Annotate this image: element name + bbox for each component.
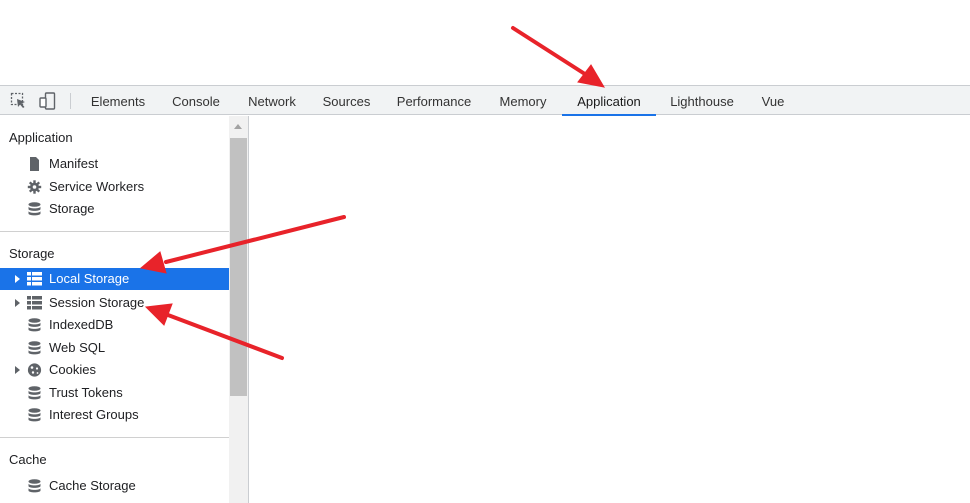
sidebar-item-session-storage[interactable]: Session Storage bbox=[0, 292, 229, 314]
device-toolbar-icon[interactable] bbox=[39, 92, 57, 110]
tab-memory[interactable]: Memory bbox=[488, 86, 558, 115]
sidebar-item-cookies[interactable]: Cookies bbox=[0, 359, 229, 381]
database-icon bbox=[28, 202, 41, 216]
tab-application[interactable]: Application bbox=[562, 86, 656, 116]
tab-network[interactable]: Network bbox=[237, 86, 307, 115]
tab-vue[interactable]: Vue bbox=[753, 86, 793, 115]
sidebar-item-label: Cookies bbox=[49, 362, 96, 377]
sidebar-item-label: Manifest bbox=[49, 156, 99, 171]
sidebar-item-label: Interest Groups bbox=[49, 407, 139, 422]
tab-lighthouse[interactable]: Lighthouse bbox=[660, 86, 744, 115]
sidebar-item-local-storage[interactable]: Local Storage bbox=[0, 268, 229, 290]
annotation-arrow-to-application-tab bbox=[511, 26, 605, 88]
tab-sources[interactable]: Sources bbox=[313, 86, 380, 115]
database-icon bbox=[28, 386, 41, 400]
tab-console[interactable]: Console bbox=[162, 86, 230, 115]
sidebar-item-label: Storage bbox=[49, 201, 95, 216]
sidebar-item-interest-groups[interactable]: Interest Groups bbox=[0, 404, 229, 426]
sidebar-item-label: Trust Tokens bbox=[49, 385, 123, 400]
toolbar-separator bbox=[70, 93, 71, 109]
sidebar-item-indexeddb[interactable]: IndexedDB bbox=[0, 314, 229, 336]
database-icon bbox=[28, 479, 41, 493]
section-title-cache: Cache bbox=[9, 452, 47, 467]
sidebar-item-trust-tokens[interactable]: Trust Tokens bbox=[0, 382, 229, 404]
tab-elements[interactable]: Elements bbox=[83, 86, 153, 115]
sidebar-item-label: Cache Storage bbox=[49, 478, 136, 493]
section-divider bbox=[0, 437, 229, 438]
scroll-up-arrow-icon[interactable] bbox=[234, 124, 242, 129]
panel-divider bbox=[248, 116, 249, 503]
application-sidebar: Application Manifest Service Workers Sto… bbox=[0, 116, 229, 503]
table-grid-icon bbox=[27, 296, 42, 310]
scrollbar-thumb[interactable] bbox=[230, 138, 247, 396]
section-divider bbox=[0, 231, 229, 232]
inspect-element-icon[interactable] bbox=[10, 92, 28, 110]
expand-triangle-icon[interactable] bbox=[15, 299, 20, 307]
database-icon bbox=[28, 408, 41, 422]
database-icon bbox=[28, 341, 41, 355]
section-title-application: Application bbox=[9, 130, 73, 145]
cookie-icon bbox=[27, 363, 42, 377]
sidebar-item-cache-storage[interactable]: Cache Storage bbox=[0, 475, 229, 497]
sidebar-item-label: Web SQL bbox=[49, 340, 106, 355]
sidebar-item-label: Service Workers bbox=[49, 179, 145, 194]
file-icon bbox=[30, 157, 39, 171]
expand-triangle-icon[interactable] bbox=[15, 366, 20, 374]
devtools-tab-bar: Elements Console Network Sources Perform… bbox=[0, 85, 970, 116]
section-title-storage: Storage bbox=[9, 246, 55, 261]
sidebar-item-storage[interactable]: Storage bbox=[0, 198, 229, 220]
sidebar-item-web-sql[interactable]: Web SQL bbox=[0, 337, 229, 359]
table-grid-icon bbox=[27, 272, 42, 286]
sidebar-item-label: IndexedDB bbox=[49, 317, 114, 332]
expand-triangle-icon[interactable] bbox=[15, 275, 20, 283]
sidebar-item-manifest[interactable]: Manifest bbox=[0, 153, 229, 175]
sidebar-item-label: Session Storage bbox=[49, 295, 145, 310]
gear-icon bbox=[27, 180, 42, 194]
database-icon bbox=[28, 318, 41, 332]
sidebar-scrollbar[interactable] bbox=[229, 116, 248, 503]
sidebar-item-service-workers[interactable]: Service Workers bbox=[0, 176, 229, 198]
tab-performance[interactable]: Performance bbox=[386, 86, 482, 115]
sidebar-item-label: Local Storage bbox=[49, 271, 130, 286]
